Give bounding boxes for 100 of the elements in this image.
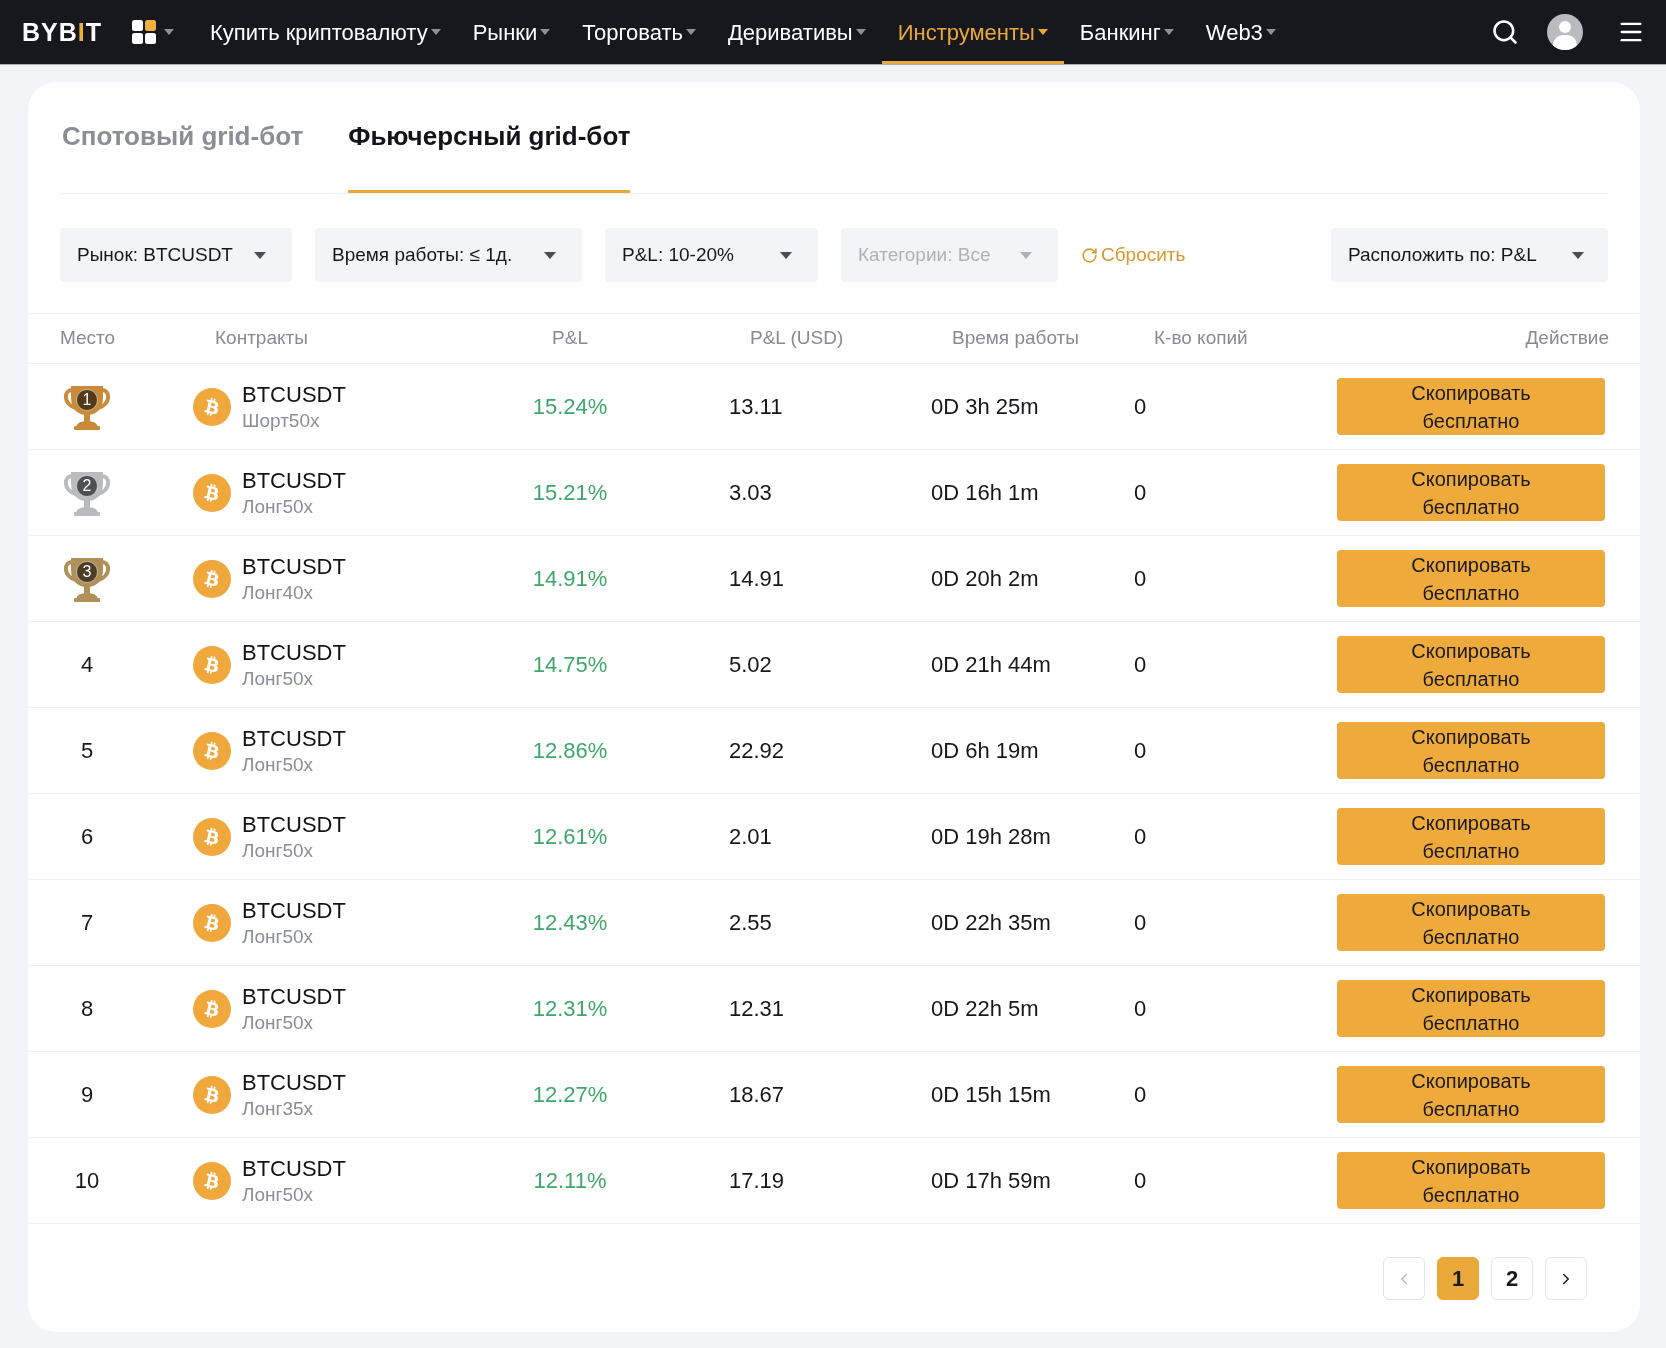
runtime: 0D 22h 5m <box>931 995 1039 1023</box>
bitcoin-icon <box>193 1161 231 1200</box>
caret-icon <box>1163 29 1174 35</box>
pnl-percent: 15.24% <box>532 393 608 421</box>
copy-button[interactable]: Скопировать бесплатно <box>1337 464 1605 521</box>
filter-dropdown[interactable]: Рынок: BTCUSDT <box>60 228 292 282</box>
contract-mode: Лонг50x <box>242 1010 315 1035</box>
copy-button[interactable]: Скопировать бесплатно <box>1337 550 1605 607</box>
copy-button[interactable]: Скопировать бесплатно <box>1337 980 1605 1037</box>
sort-dropdown[interactable]: Расположить по: P&L <box>1331 228 1608 282</box>
page-button[interactable]: 2 <box>1491 1257 1533 1300</box>
avatar-icon[interactable] <box>1547 14 1583 50</box>
copies-count: 0 <box>1134 737 1147 765</box>
runtime: 0D 21h 44m <box>931 651 1051 679</box>
contract-name: BTCUSDT <box>242 1154 346 1182</box>
pnl-usd: 5.02 <box>729 651 772 679</box>
copies-count: 0 <box>1134 909 1147 937</box>
contract-name: BTCUSDT <box>242 810 346 838</box>
caret-down-icon <box>1020 251 1032 259</box>
copies-count: 0 <box>1134 479 1147 507</box>
contract-name: BTCUSDT <box>242 380 346 408</box>
copy-button[interactable]: Скопировать бесплатно <box>1337 378 1605 435</box>
pnl-usd: 2.01 <box>729 823 772 851</box>
pnl-usd: 3.03 <box>729 479 772 507</box>
copy-button[interactable]: Скопировать бесплатно <box>1337 894 1605 951</box>
pnl-usd: 22.92 <box>729 737 785 765</box>
logo[interactable]: BYBIT <box>22 19 103 45</box>
bitcoin-icon <box>193 387 231 426</box>
column-header: Место <box>60 326 116 351</box>
pnl-percent: 12.31% <box>532 995 608 1023</box>
bitcoin-icon <box>193 1075 231 1114</box>
copy-button[interactable]: Скопировать бесплатно <box>1337 1152 1605 1209</box>
bitcoin-icon <box>193 731 231 770</box>
caret-down-icon <box>254 251 266 259</box>
nav-menu-item[interactable]: Инструменты <box>881 0 1064 64</box>
rank-number: 5 <box>79 737 95 765</box>
copies-count: 0 <box>1134 1081 1147 1109</box>
filter-dropdown[interactable]: P&L: 10-20% <box>605 228 818 282</box>
filter-dropdown: Категории: Все <box>841 228 1058 282</box>
bitcoin-icon <box>193 989 231 1028</box>
nav-menu-item[interactable]: Web3 <box>1189 0 1292 64</box>
page-button[interactable]: 1 <box>1437 1257 1479 1300</box>
runtime: 0D 22h 35m <box>931 909 1051 937</box>
copy-button[interactable]: Скопировать бесплатно <box>1337 808 1605 865</box>
rank-number: 3 <box>81 561 93 582</box>
column-header: Контракты <box>215 326 308 351</box>
pnl-percent: 12.43% <box>532 909 608 937</box>
contract-name: BTCUSDT <box>242 724 346 752</box>
pnl-percent: 12.11% <box>533 1167 607 1195</box>
bitcoin-icon <box>193 645 231 684</box>
copy-button[interactable]: Скопировать бесплатно <box>1337 1066 1605 1123</box>
caret-icon <box>1265 29 1276 35</box>
pnl-usd: 18.67 <box>729 1081 785 1109</box>
nav-menu-item[interactable]: Деривативы <box>711 0 882 64</box>
runtime: 0D 20h 2m <box>931 565 1039 593</box>
pnl-percent: 14.75% <box>532 651 608 679</box>
copies-count: 0 <box>1134 995 1147 1023</box>
caret-icon <box>540 29 551 35</box>
column-header: P&L (USD) <box>750 326 844 351</box>
caret-icon <box>1037 29 1048 35</box>
copies-count: 0 <box>1134 823 1147 851</box>
grid-icon <box>132 20 157 44</box>
runtime: 0D 15h 15m <box>931 1081 1051 1109</box>
contract-mode: Лонг50x <box>242 494 315 519</box>
search-icon <box>1491 18 1519 46</box>
contract-mode: Лонг40x <box>242 580 315 605</box>
copies-count: 0 <box>1134 651 1147 679</box>
contract-mode: Лонг50x <box>242 752 315 777</box>
contract-name: BTCUSDT <box>242 1068 346 1096</box>
contract-name: BTCUSDT <box>242 552 346 580</box>
caret-down-icon <box>1572 251 1584 259</box>
contract-mode: Лонг35x <box>242 1096 315 1121</box>
pnl-percent: 12.61% <box>532 823 608 851</box>
search-button[interactable] <box>1491 18 1519 46</box>
rank-number: 9 <box>79 1081 95 1109</box>
contract-name: BTCUSDT <box>242 466 346 494</box>
nav-menu-item[interactable]: Рынки <box>456 0 567 64</box>
rank-number: 2 <box>81 475 93 496</box>
refresh-icon <box>1081 246 1098 264</box>
rank-number: 4 <box>79 651 95 679</box>
pnl-usd: 13.11 <box>729 393 783 421</box>
pnl-usd: 12.31 <box>729 995 785 1023</box>
runtime: 0D 17h 59m <box>931 1167 1051 1195</box>
column-header: Действие <box>1525 326 1609 351</box>
nav-menu-item[interactable]: Торговать <box>566 0 712 64</box>
filter-dropdown[interactable]: Время работы: ≤ 1д. <box>315 228 582 282</box>
pnl-percent: 15.21% <box>532 479 608 507</box>
nav-menu-item[interactable]: Банкинг <box>1063 0 1190 64</box>
contract-mode: Шорт50x <box>242 408 321 433</box>
nav-menu-item[interactable]: Купить криптовалюту <box>194 0 457 64</box>
copy-button[interactable]: Скопировать бесплатно <box>1337 636 1605 693</box>
pnl-percent: 12.27% <box>532 1081 608 1109</box>
caret-icon <box>430 29 441 35</box>
pnl-usd: 14.91 <box>729 565 785 593</box>
runtime: 0D 6h 19m <box>931 737 1039 765</box>
rank-number: 7 <box>79 909 95 937</box>
copies-count: 0 <box>1134 565 1147 593</box>
pnl-usd: 17.19 <box>729 1167 785 1195</box>
copy-button[interactable]: Скопировать бесплатно <box>1337 722 1605 779</box>
bitcoin-icon <box>193 903 231 942</box>
